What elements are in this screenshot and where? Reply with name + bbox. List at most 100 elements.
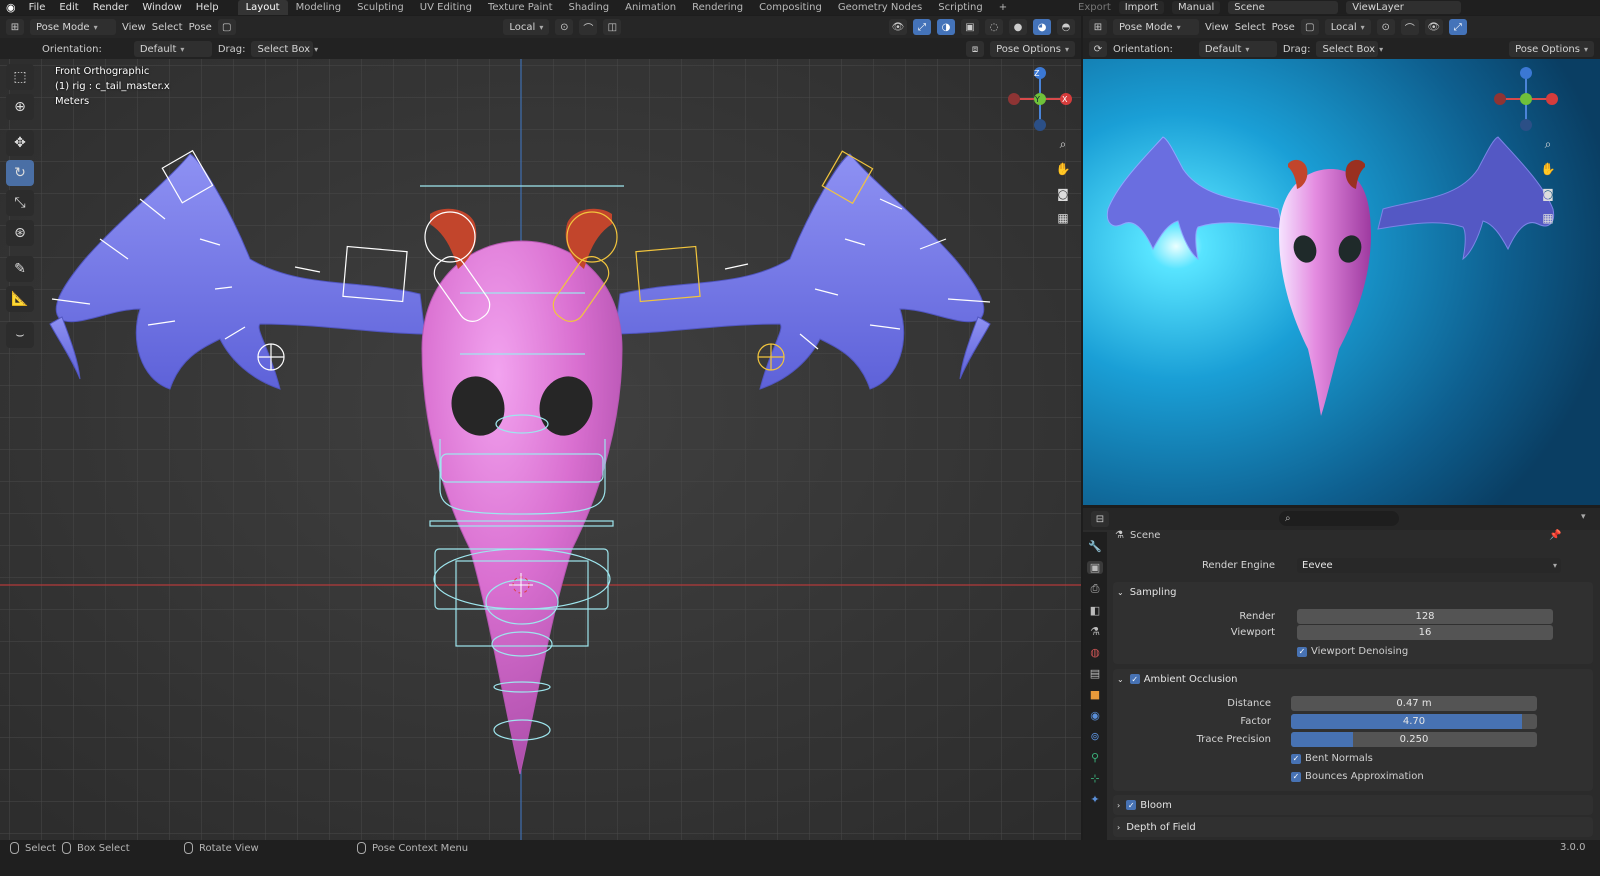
viewlayer-selector[interactable]: ViewLayer [1346,1,1462,14]
scene-selector[interactable]: Scene [1228,1,1339,14]
menu-file[interactable]: File [22,0,53,15]
xray-icon[interactable]: ▣ [961,19,979,35]
render-tab-icon[interactable]: ▣ [1086,561,1104,574]
pose-copy-icon[interactable]: ▢ [217,19,236,35]
wireframe-shading-icon[interactable]: ◌ [985,19,1003,35]
render-view-menu[interactable]: View [1205,22,1229,33]
tab-texture-paint[interactable]: Texture Paint [480,0,561,15]
gizmo-z-label[interactable]: Z [1034,69,1039,78]
render-pan-hand-icon[interactable]: ✋ [1537,158,1559,180]
move-tool-icon[interactable]: ✥ [6,130,34,156]
ao-trace-slider[interactable]: 0.250 [1291,732,1537,747]
pose-menu[interactable]: Pose [189,22,212,33]
tool-tab-icon[interactable]: 🔧 [1088,540,1102,553]
ao-distance-field[interactable]: 0.47 m [1291,696,1537,711]
options-chevron-icon[interactable]: ▾ [1581,512,1586,522]
bounces-approximation-checkbox[interactable]: ✓ Bounces Approximation [1291,771,1424,782]
render-pose-menu[interactable]: Pose [1272,22,1295,33]
gizmo-x-label[interactable]: X [1062,95,1067,104]
zoom-icon[interactable]: ⌕ [1052,133,1074,155]
rotate-tool-icon[interactable]: ↻ [6,160,34,186]
bone-tab-icon[interactable]: ✦ [1090,793,1099,806]
render-snap-icon[interactable]: ⌒ [1400,19,1419,35]
ao-panel-header[interactable]: ⌄ ✓ Ambient Occlusion [1113,669,1593,689]
tab-modeling[interactable]: Modeling [288,0,350,15]
render-drag-selector[interactable]: Select Box ▾ [1316,41,1383,57]
tab-shading[interactable]: Shading [560,0,617,15]
render-zoom-icon[interactable]: ⌕ [1537,133,1559,155]
render-gizmo-icon[interactable]: ⤢ [1448,19,1467,35]
camera-icon[interactable]: ◙ [1052,183,1074,205]
editor-type-icon[interactable]: ⊞ [6,19,24,35]
menu-render[interactable]: Render [86,0,136,15]
bloom-panel-header[interactable]: › ✓ Bloom [1113,795,1593,815]
viewport-denoising-checkbox[interactable]: ✓ Viewport Denoising [1297,646,1408,657]
mirror-icon[interactable]: ⧈ [966,41,985,57]
cursor-tool-icon[interactable]: ⊕ [6,94,34,120]
render-pose-copy-icon[interactable]: ▢ [1300,19,1319,35]
annotate-tool-icon[interactable]: ✎ [6,256,34,282]
ao-factor-slider[interactable]: 4.70 [1291,714,1537,729]
physics-tab-icon[interactable]: ⊚ [1090,730,1099,743]
select-menu[interactable]: Select [152,22,183,33]
mode-selector[interactable]: Pose Mode ▾ [30,19,116,35]
pose-options-button[interactable]: Pose Options ▾ [990,41,1075,57]
menu-window[interactable]: Window [135,0,188,15]
output-tab-icon[interactable]: ⎙ [1091,582,1100,596]
export-button[interactable]: Export [1078,2,1111,13]
render-editor-type-icon[interactable]: ⊞ [1089,19,1107,35]
render-tool-icon[interactable]: ⟳ [1089,41,1107,57]
proportional-icon[interactable]: ◫ [603,19,622,35]
tab-scripting[interactable]: Scripting [930,0,990,15]
drag-selector[interactable]: Select Box ▾ [251,41,318,57]
overlay-icon[interactable]: ◑ [937,19,955,35]
tab-layout[interactable]: Layout [237,0,288,15]
collection-tab-icon[interactable]: ▤ [1090,667,1100,680]
render-mode-selector[interactable]: Pose Mode ▾ [1113,19,1199,35]
world-tab-icon[interactable]: ◍ [1090,646,1100,659]
constraint-tab-icon[interactable]: ⚲ [1091,751,1099,764]
render-visibility-icon[interactable]: 👁 [1424,19,1443,35]
render-transform-selector[interactable]: Local ▾ [1324,19,1371,35]
bent-normals-checkbox[interactable]: ✓ Bent Normals [1291,753,1373,764]
tab-compositing[interactable]: Compositing [751,0,830,15]
manual-button[interactable]: Manual [1171,1,1221,14]
scene-tab-icon[interactable]: ⚗ [1090,625,1100,638]
grid-view-icon[interactable]: ▦ [1052,207,1074,229]
render-grid-view-icon[interactable]: ▦ [1537,207,1559,229]
snap-icon[interactable]: ⌒ [579,19,598,35]
render-pivot-icon[interactable]: ⊙ [1376,19,1395,35]
tab-uv-editing[interactable]: UV Editing [412,0,480,15]
blender-logo-icon[interactable]: ◉ [0,1,22,14]
pivot-icon[interactable]: ⊙ [555,19,574,35]
orientation-selector[interactable]: Default ▾ [133,41,212,57]
tab-geometry-nodes[interactable]: Geometry Nodes [830,0,930,15]
rendered-viewport[interactable]: ⌕ ✋ ◙ ▦ [1083,59,1600,505]
scale-tool-icon[interactable]: ⤡ [6,190,34,216]
visibility-icon[interactable]: 👁 [889,19,907,35]
gizmo-icon[interactable]: ⤢ [913,19,931,35]
add-workspace-button[interactable]: + [991,0,1015,15]
solid-shading-icon[interactable]: ● [1009,19,1027,35]
rendered-shading-icon[interactable]: ◓ [1057,19,1075,35]
menu-help[interactable]: Help [189,0,226,15]
select-box-tool-icon[interactable]: ⬚ [6,64,34,90]
tab-rendering[interactable]: Rendering [684,0,751,15]
tab-sculpting[interactable]: Sculpting [349,0,412,15]
pose-relax-tool-icon[interactable]: ⌣ [6,322,34,348]
render-orientation-selector[interactable]: Default ▾ [1198,41,1277,57]
pin-icon[interactable]: 📌 [1549,530,1561,541]
bloom-enable-checkbox[interactable]: ✓ [1126,800,1137,810]
render-engine-selector[interactable]: Eevee ▾ [1297,558,1561,573]
render-camera-icon[interactable]: ◙ [1537,183,1559,205]
menu-edit[interactable]: Edit [52,0,85,15]
pan-hand-icon[interactable]: ✋ [1052,158,1074,180]
properties-search-input[interactable]: ⌕ [1279,511,1399,526]
properties-editor-type-icon[interactable]: ⊟ [1091,511,1109,527]
3d-viewport[interactable]: Z Y X ⌕ ✋ ◙ ▦ [0,59,1081,840]
object-tab-icon[interactable]: ■ [1090,688,1100,701]
sampling-render-field[interactable]: 128 [1297,609,1553,624]
transform-orientation-selector[interactable]: Local ▾ [503,19,550,35]
ao-enable-checkbox[interactable]: ✓ [1129,674,1140,684]
dof-panel-header[interactable]: › Depth of Field [1113,817,1593,837]
